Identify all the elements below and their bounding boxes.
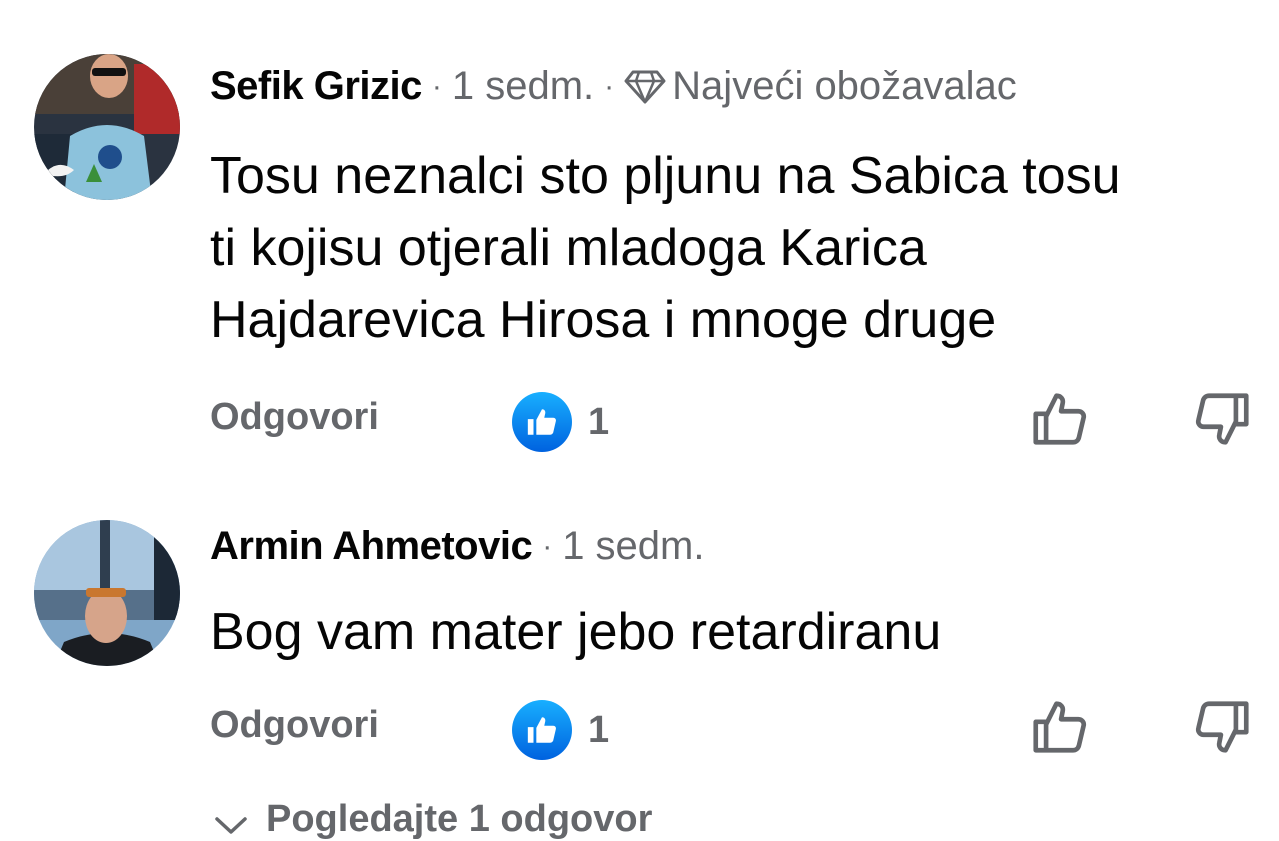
top-fan-badge[interactable]: Najveći obožavalac <box>624 64 1017 109</box>
avatar[interactable] <box>34 54 180 200</box>
timestamp[interactable]: 1 sedm. <box>452 64 594 109</box>
upvote-button[interactable] <box>1028 696 1090 763</box>
comment-text: Tosu neznalci sto pljunu na Sabica tosu … <box>210 140 1260 356</box>
comment-actions: Odgovori 1 <box>0 388 1279 458</box>
diamond-icon <box>624 70 666 103</box>
thumbs-up-icon <box>1033 701 1087 753</box>
comment: Sefik Grizic · 1 sedm. · Najveći obožava… <box>0 0 1279 470</box>
separator-dot: · <box>542 529 553 563</box>
reply-button[interactable]: Odgovori <box>210 704 379 747</box>
upvote-button[interactable] <box>1028 388 1090 455</box>
comment-line: ti kojisu otjerali mladoga Karica <box>210 219 927 277</box>
view-replies-label: Pogledajte 1 odgovor <box>266 798 653 840</box>
thumbs-up-icon <box>1033 393 1087 445</box>
comment-line: Hajdarevica Hirosa i mnoge druge <box>210 291 997 349</box>
comment-line: Tosu neznalci sto pljunu na Sabica tosu <box>210 147 1121 205</box>
avatar[interactable] <box>34 520 180 666</box>
reaction-summary[interactable]: 1 <box>512 392 609 452</box>
author-name[interactable]: Sefik Grizic <box>210 64 422 109</box>
comment-line: Bog vam mater jebo retardiranu <box>210 603 942 661</box>
like-count: 1 <box>588 400 610 443</box>
thumbs-down-icon <box>1195 393 1249 445</box>
comment-meta: Armin Ahmetovic · 1 sedm. <box>210 524 704 569</box>
separator-dot: · <box>604 69 615 103</box>
like-count: 1 <box>588 708 610 751</box>
view-replies-button[interactable]: Pogledajte 1 odgovor <box>214 798 652 841</box>
comment-actions: Odgovori 1 <box>0 696 1279 766</box>
reply-button[interactable]: Odgovori <box>210 396 379 439</box>
author-name[interactable]: Armin Ahmetovic <box>210 524 533 569</box>
comment-text: Bog vam mater jebo retardiranu <box>210 596 1260 668</box>
reaction-summary[interactable]: 1 <box>512 700 609 760</box>
thumbs-down-icon <box>1195 701 1249 753</box>
timestamp[interactable]: 1 sedm. <box>562 524 704 569</box>
downvote-button[interactable] <box>1192 696 1254 763</box>
badge-label: Najveći obožavalac <box>672 64 1017 108</box>
downvote-button[interactable] <box>1192 388 1254 455</box>
separator-dot: · <box>431 69 442 103</box>
chevron-down-icon <box>215 816 247 834</box>
like-reaction-icon <box>512 392 572 452</box>
like-reaction-icon <box>512 700 572 760</box>
comment-meta: Sefik Grizic · 1 sedm. · Najveći obožava… <box>210 64 1017 109</box>
